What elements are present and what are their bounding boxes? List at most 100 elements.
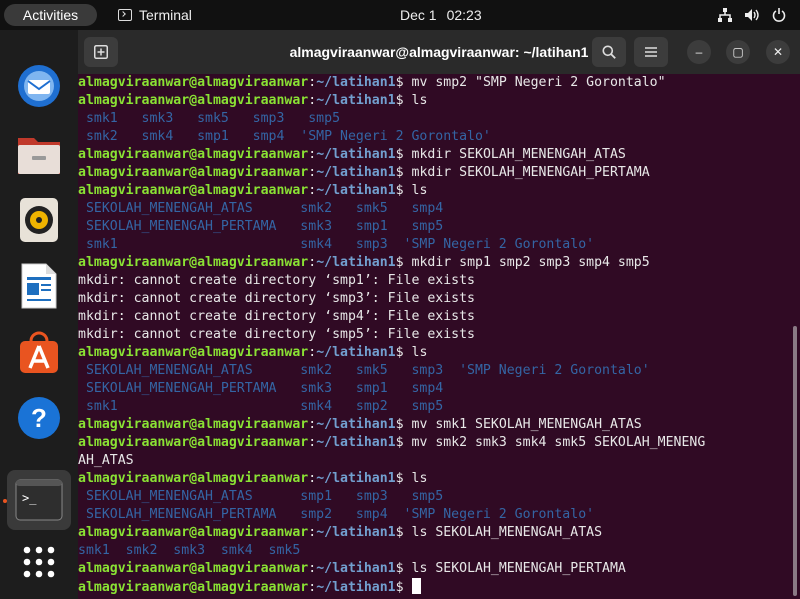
prompt-separator: :: [308, 435, 317, 450]
prompt-user: almagviraanwar@almagviraanwar: [78, 417, 309, 432]
prompt-line: almagviraanwar@almagviraanwar:~/latihan1…: [78, 416, 790, 434]
dock: ? >_: [0, 30, 78, 599]
output-line: mkdir: cannot create directory ‘smp3’: F…: [78, 290, 790, 308]
prompt-user: almagviraanwar@almagviraanwar: [78, 525, 309, 540]
app-menu[interactable]: Terminal: [118, 0, 192, 30]
prompt-sign: $: [395, 471, 412, 486]
prompt-sign: $: [395, 525, 412, 540]
prompt-path: ~/latihan1: [316, 417, 396, 432]
prompt-path: ~/latihan1: [316, 471, 396, 486]
app-center-icon[interactable]: [13, 326, 65, 378]
command-text: mv smk1 SEKOLAH_MENENGAH_ATAS: [411, 417, 642, 432]
prompt-user: almagviraanwar@almagviraanwar: [78, 345, 309, 360]
writer-icon[interactable]: [13, 260, 65, 312]
prompt-separator: :: [308, 75, 317, 90]
prompt-line: almagviraanwar@almagviraanwar:~/latihan1…: [78, 182, 790, 200]
command-text: mv smk2 smk3 smk4 smk5 SEKOLAH_MENENG: [411, 435, 706, 450]
output-text: AH_ATAS: [78, 453, 134, 468]
command-text: mkdir SEKOLAH_MENENGAH_ATAS: [411, 147, 626, 162]
output-line: SEKOLAH_MENENGAH_PERTAMA smk3 smp1 smp5: [78, 218, 790, 236]
output-line: AH_ATAS: [78, 452, 790, 470]
command-text: ls: [411, 93, 428, 108]
new-tab-icon: [94, 45, 108, 59]
prompt-user: almagviraanwar@almagviraanwar: [78, 255, 309, 270]
prompt-path: ~/latihan1: [316, 255, 396, 270]
new-tab-button[interactable]: [84, 37, 118, 67]
thunderbird-icon[interactable]: [13, 60, 65, 112]
minimize-button[interactable]: –: [687, 40, 711, 64]
menu-button[interactable]: [634, 37, 668, 67]
clock-date: Dec 1: [400, 7, 437, 23]
prompt-user: almagviraanwar@almagviraanwar: [78, 561, 309, 576]
prompt-path: ~/latihan1: [316, 561, 396, 576]
prompt-separator: :: [308, 525, 317, 540]
prompt-sign: $: [395, 147, 412, 162]
output-text: mkdir: cannot create directory ‘smp1’: F…: [78, 273, 475, 288]
prompt-separator: :: [308, 561, 317, 576]
maximize-button[interactable]: ▢: [726, 40, 750, 64]
prompt-sign: $: [395, 75, 412, 90]
help-icon[interactable]: ?: [13, 392, 65, 444]
output-line: mkdir: cannot create directory ‘smp1’: F…: [78, 272, 790, 290]
output-line: SEKOLAH_MENENGAH_ATAS smp1 smp3 smp5: [78, 488, 790, 506]
prompt-path: ~/latihan1: [316, 165, 396, 180]
prompt-separator: :: [308, 165, 317, 180]
output-line: mkdir: cannot create directory ‘smp5’: F…: [78, 326, 790, 344]
volume-icon: [745, 9, 759, 21]
prompt-user: almagviraanwar@almagviraanwar: [78, 183, 309, 198]
search-button[interactable]: [592, 37, 626, 67]
prompt-path: ~/latihan1: [316, 435, 396, 450]
prompt-sign: $: [395, 345, 412, 360]
system-tray[interactable]: [718, 0, 786, 30]
prompt-path: ~/latihan1: [316, 345, 396, 360]
prompt-path: ~/latihan1: [316, 75, 396, 90]
command-text: ls: [411, 345, 428, 360]
directory-listing: SEKOLAH_MENENGAH_PERTAMA smk3 smp1 smp4: [78, 381, 444, 396]
output-line: SEKOLAH_MENENGAH_PERTAMA smk3 smp1 smp4: [78, 380, 790, 398]
prompt-separator: :: [308, 471, 317, 486]
output-text: mkdir: cannot create directory ‘smp5’: F…: [78, 327, 475, 342]
prompt-user: almagviraanwar@almagviraanwar: [78, 147, 309, 162]
clock[interactable]: Dec 1 02:23: [400, 0, 492, 30]
terminal-output[interactable]: almagviraanwar@almagviraanwar:~/latihan1…: [78, 74, 790, 599]
svg-text:>_: >_: [22, 491, 37, 505]
prompt-sign: $: [395, 561, 412, 576]
directory-listing: SEKOLAH_MENENGAH_ATAS smk2 smk5 smp4: [78, 201, 444, 216]
scrollbar[interactable]: [793, 326, 797, 596]
title-bar[interactable]: almagviraanwar@almagviraanwar: ~/latihan…: [78, 30, 800, 74]
prompt-line: almagviraanwar@almagviraanwar:~/latihan1…: [78, 344, 790, 362]
prompt-sign: $: [395, 580, 412, 595]
show-apps-icon[interactable]: [13, 536, 65, 588]
prompt-separator: :: [308, 93, 317, 108]
command-text: ls SEKOLAH_MENENGAH_PERTAMA: [411, 561, 626, 576]
top-bar: Activities Terminal Dec 1 02:23: [0, 0, 800, 30]
prompt-line: almagviraanwar@almagviraanwar:~/latihan1…: [78, 578, 790, 596]
prompt-path: ~/latihan1: [316, 147, 396, 162]
command-text: ls: [411, 183, 428, 198]
close-button[interactable]: ✕: [766, 40, 790, 64]
prompt-line: almagviraanwar@almagviraanwar:~/latihan1…: [78, 470, 790, 488]
directory-listing: smk1 smk2 smk3 smk4 smk5: [78, 543, 301, 558]
output-line: SEKOLAH_MENENGAH_ATAS smk2 smk5 smp4: [78, 200, 790, 218]
terminal-small-icon: [118, 9, 132, 21]
app-menu-label: Terminal: [139, 7, 192, 23]
output-text: mkdir: cannot create directory ‘smp4’: F…: [78, 309, 475, 324]
prompt-separator: :: [308, 255, 317, 270]
terminal-icon[interactable]: >_: [7, 470, 71, 530]
activities-button[interactable]: Activities: [4, 4, 97, 26]
command-text: mv smp2 "SMP Negeri 2 Gorontalo": [411, 75, 666, 90]
prompt-path: ~/latihan1: [316, 93, 396, 108]
output-line: SEKOLAH_MENENGAH_ATAS smk2 smk5 smp3 'SM…: [78, 362, 790, 380]
prompt-line: almagviraanwar@almagviraanwar:~/latihan1…: [78, 92, 790, 110]
rhythmbox-icon[interactable]: [13, 194, 65, 246]
prompt-sign: $: [395, 165, 412, 180]
command-text: mkdir smp1 smp2 smp3 smp4 smp5: [411, 255, 650, 270]
output-line: smk1 smk3 smk5 smp3 smp5: [78, 110, 790, 128]
output-line: smk1 smk4 smp2 smp5: [78, 398, 790, 416]
prompt-user: almagviraanwar@almagviraanwar: [78, 75, 309, 90]
prompt-separator: :: [308, 417, 317, 432]
files-icon[interactable]: [13, 128, 65, 180]
prompt-sign: $: [395, 93, 412, 108]
output-line: mkdir: cannot create directory ‘smp4’: F…: [78, 308, 790, 326]
clock-time: 02:23: [446, 7, 482, 23]
